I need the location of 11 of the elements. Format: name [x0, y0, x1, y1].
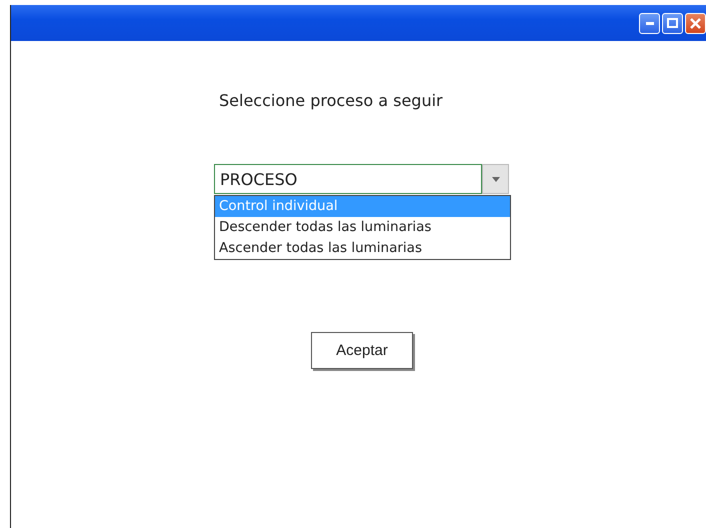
dropdown-button[interactable] [482, 164, 509, 194]
close-icon [690, 18, 701, 28]
minimize-icon [646, 22, 654, 24]
minimize-button[interactable] [639, 12, 660, 34]
maximize-icon [667, 18, 678, 28]
close-button[interactable] [685, 12, 706, 34]
accept-button[interactable]: Aceptar [311, 332, 413, 369]
process-combo-field[interactable]: PROCESO [214, 164, 482, 194]
maximize-button[interactable] [662, 12, 683, 34]
prompt-label: Seleccione proceso a seguir [219, 91, 443, 110]
caret-icon [492, 176, 500, 182]
